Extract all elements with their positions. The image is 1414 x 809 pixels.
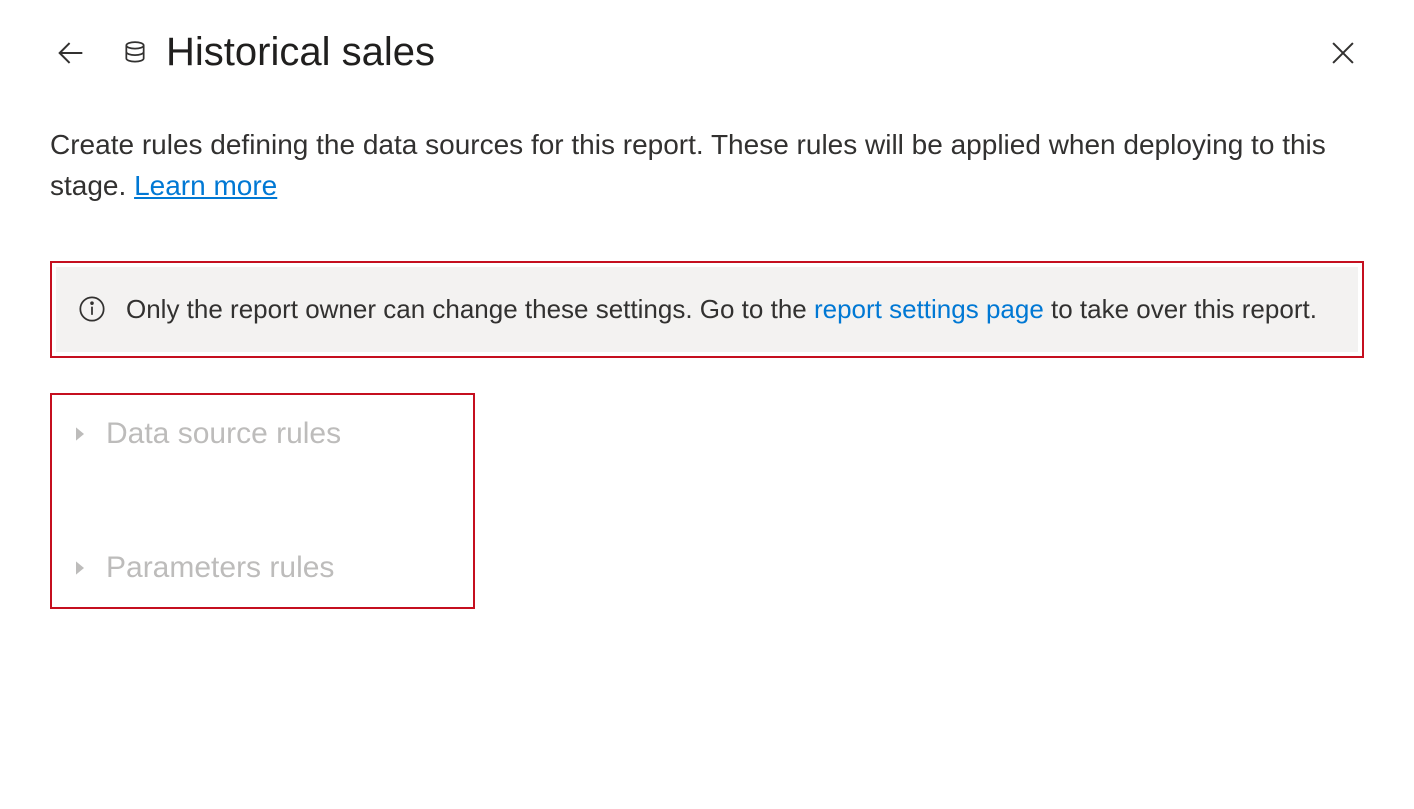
info-text-after: to take over this report. (1051, 294, 1317, 324)
close-button[interactable] (1322, 32, 1364, 74)
back-button[interactable] (50, 32, 92, 74)
title-group: Historical sales (122, 30, 435, 75)
caret-right-icon (72, 560, 88, 576)
description-text: Create rules defining the data sources f… (50, 125, 1364, 206)
info-icon (78, 295, 106, 323)
page-title: Historical sales (166, 30, 435, 75)
header-left: Historical sales (50, 30, 435, 75)
header: Historical sales (50, 30, 1364, 75)
rules-highlight: Data source rules Parameters rules (50, 393, 475, 609)
info-banner: Only the report owner can change these s… (56, 267, 1358, 351)
parameters-rules-section: Parameters rules (72, 551, 453, 585)
info-text: Only the report owner can change these s… (126, 291, 1317, 327)
info-banner-highlight: Only the report owner can change these s… (50, 261, 1364, 357)
report-settings-link[interactable]: report settings page (814, 294, 1044, 324)
data-source-rules-section: Data source rules (72, 417, 453, 451)
caret-right-icon (72, 426, 88, 442)
data-source-rules-label: Data source rules (106, 417, 341, 451)
info-text-before: Only the report owner can change these s… (126, 294, 814, 324)
learn-more-link[interactable]: Learn more (134, 170, 277, 201)
parameters-rules-label: Parameters rules (106, 551, 334, 585)
database-icon (122, 40, 148, 66)
close-icon (1326, 36, 1360, 70)
arrow-left-icon (54, 36, 88, 70)
